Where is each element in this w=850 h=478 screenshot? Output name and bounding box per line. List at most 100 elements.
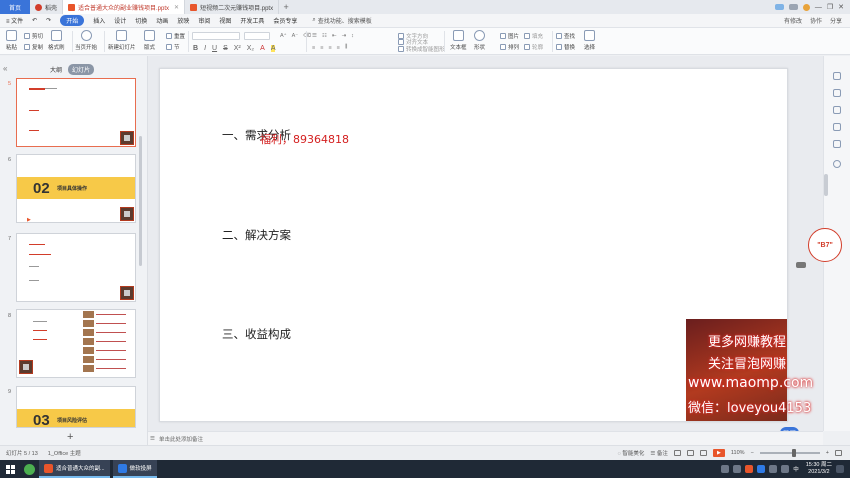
menu-home[interactable]: 开始 bbox=[60, 15, 85, 26]
menu-design[interactable]: 设计 bbox=[114, 16, 126, 25]
outline-button[interactable]: 轮廓 bbox=[524, 43, 543, 51]
menu-member[interactable]: 会员专享 bbox=[273, 16, 297, 25]
textbox-button[interactable]: 文本框 bbox=[450, 30, 467, 51]
zoom-slider-handle[interactable] bbox=[791, 449, 796, 457]
tab-current-document[interactable]: 适合普通大众的副业赚钱项目.pptx ✕ bbox=[63, 0, 186, 14]
normal-view-icon[interactable] bbox=[673, 450, 681, 456]
file-menu[interactable]: ≡ 文件 bbox=[6, 16, 23, 25]
columns-icon[interactable]: ⫼ bbox=[345, 44, 348, 51]
copy-button[interactable]: 复制 bbox=[24, 43, 43, 51]
bullets-icon[interactable]: ☰ bbox=[312, 33, 317, 39]
zoom-slider[interactable] bbox=[759, 449, 820, 457]
menu-developer[interactable]: 开发工具 bbox=[240, 16, 264, 25]
bold-button[interactable]: B bbox=[193, 45, 198, 52]
picture-button[interactable]: 图片 bbox=[500, 32, 519, 40]
collab-button[interactable]: 协作 bbox=[810, 16, 822, 25]
restore-icon[interactable]: ❐ bbox=[827, 3, 833, 11]
transition-icon[interactable] bbox=[833, 106, 841, 114]
numbering-icon[interactable]: ☷ bbox=[322, 33, 327, 39]
redo-icon[interactable]: ↷ bbox=[46, 17, 51, 24]
notes-toggle-button[interactable]: ☰ 备注 bbox=[650, 449, 667, 457]
indent-decrease-icon[interactable]: ⇤ bbox=[332, 33, 337, 39]
mascot-assistant[interactable]: "B7" bbox=[808, 228, 842, 262]
align-center-icon[interactable]: ≡ bbox=[320, 45, 323, 51]
thumbnail-scrollbar[interactable] bbox=[139, 136, 142, 266]
close-tab-icon[interactable]: ✕ bbox=[174, 4, 179, 11]
convert-smartart-button[interactable]: 转换成智能图形 bbox=[398, 45, 445, 53]
menu-view[interactable]: 视图 bbox=[219, 16, 231, 25]
tab-second-document[interactable]: 短视频二次元赚钱项目.pptx bbox=[185, 0, 280, 14]
line-spacing-icon[interactable]: ↕ bbox=[351, 33, 354, 39]
select-button[interactable]: 选择 bbox=[584, 30, 595, 51]
superscript-button[interactable]: X² bbox=[234, 45, 241, 52]
slide-thumbnail-6[interactable]: 02 项目具体操作 ▶ bbox=[16, 154, 136, 223]
undo-icon[interactable]: ↶ bbox=[32, 17, 37, 24]
new-slide-button[interactable]: 新建幻灯片 bbox=[108, 30, 136, 51]
properties-icon[interactable] bbox=[833, 72, 841, 80]
help-icon[interactable] bbox=[833, 160, 841, 168]
tab-outline[interactable]: 大纲 bbox=[50, 65, 62, 74]
window-icon[interactable] bbox=[788, 4, 798, 10]
font-family-select[interactable] bbox=[192, 32, 240, 40]
notification-icon[interactable] bbox=[836, 465, 844, 473]
justify-icon[interactable]: ≡ bbox=[337, 45, 340, 51]
section-button[interactable]: 节 bbox=[166, 43, 180, 51]
tray-app-icon[interactable] bbox=[757, 465, 766, 473]
font-color-button[interactable]: A bbox=[260, 45, 265, 52]
menu-animation[interactable]: 动画 bbox=[156, 16, 168, 25]
slide-heading-2[interactable]: 二、解决方案 bbox=[222, 227, 291, 243]
vertical-scrollbar[interactable] bbox=[824, 174, 828, 196]
shrink-font-icon[interactable]: A⁻ bbox=[292, 33, 299, 39]
sorter-view-icon[interactable] bbox=[686, 450, 694, 456]
settings-icon[interactable] bbox=[833, 140, 841, 148]
add-slide-button[interactable]: + bbox=[67, 431, 73, 443]
taskbar-app-wps[interactable]: 适合普通大众的副... bbox=[39, 460, 110, 478]
ime-indicator[interactable]: 中 bbox=[793, 465, 799, 473]
align-left-icon[interactable]: ≡ bbox=[312, 45, 315, 51]
slide-heading-3[interactable]: 三、收益构成 bbox=[222, 326, 291, 342]
clock[interactable]: 15:30 周二 2021/3/2 bbox=[806, 462, 832, 476]
reset-button[interactable]: 重置 bbox=[166, 32, 185, 40]
close-window-icon[interactable]: ✕ bbox=[838, 3, 844, 11]
find-button[interactable]: 查找 bbox=[556, 32, 575, 40]
cut-button[interactable]: 剪切 bbox=[24, 32, 43, 40]
indent-increase-icon[interactable]: ⇥ bbox=[341, 33, 346, 39]
notes-bar[interactable]: ☰ 单击此处添加备注 bbox=[148, 431, 823, 445]
slide-thumbnail-9[interactable]: 03 项目风险评估 bbox=[16, 386, 136, 428]
fit-window-icon[interactable] bbox=[835, 450, 842, 456]
network-icon[interactable] bbox=[769, 465, 778, 473]
menu-insert[interactable]: 插入 bbox=[93, 16, 105, 25]
animation-icon[interactable] bbox=[833, 89, 841, 97]
slideshow-play-button[interactable]: ▶ bbox=[712, 449, 725, 457]
slide-thumbnail-5[interactable] bbox=[16, 78, 136, 147]
taskbar-app-screencast[interactable]: 做软投屏 bbox=[112, 460, 157, 478]
format-painter-button[interactable]: 格式刷 bbox=[48, 30, 65, 51]
italic-button[interactable]: I bbox=[204, 45, 206, 52]
tray-app-icon[interactable] bbox=[745, 465, 754, 473]
share-button[interactable]: 分享 bbox=[830, 16, 842, 25]
add-tab-button[interactable]: + bbox=[279, 0, 293, 14]
menu-review[interactable]: 审阅 bbox=[198, 16, 210, 25]
shape-button[interactable]: 形状 bbox=[474, 30, 485, 51]
align-right-icon[interactable]: ≡ bbox=[328, 45, 331, 51]
tray-app-icon[interactable] bbox=[721, 465, 730, 473]
collapse-panel-icon[interactable]: « bbox=[3, 64, 7, 73]
zoom-level[interactable]: 110% bbox=[731, 450, 745, 456]
reading-view-icon[interactable] bbox=[699, 450, 707, 456]
clear-format-icon[interactable]: ⌫ bbox=[303, 33, 311, 39]
tab-slides[interactable]: 幻灯片 bbox=[68, 64, 95, 75]
zoom-in-button[interactable]: + bbox=[826, 450, 829, 456]
smart-beautify-button[interactable]: ◌ 智能美化 bbox=[618, 449, 645, 457]
shape-style-icon[interactable] bbox=[833, 123, 841, 131]
modified-button[interactable]: 有修改 bbox=[784, 16, 802, 25]
replace-button[interactable]: 替换 bbox=[556, 43, 575, 51]
menu-slideshow[interactable]: 放映 bbox=[177, 16, 189, 25]
zoom-out-button[interactable]: − bbox=[751, 450, 754, 456]
volume-icon[interactable] bbox=[781, 465, 790, 473]
avatar-icon[interactable] bbox=[802, 3, 810, 11]
menu-transition[interactable]: 切换 bbox=[135, 16, 147, 25]
slide-thumbnail-7[interactable] bbox=[16, 233, 136, 302]
subscript-button[interactable]: X₂ bbox=[247, 45, 254, 52]
arrange-button[interactable]: 排列 bbox=[500, 43, 519, 51]
home-tab[interactable]: 首页 bbox=[0, 0, 30, 14]
